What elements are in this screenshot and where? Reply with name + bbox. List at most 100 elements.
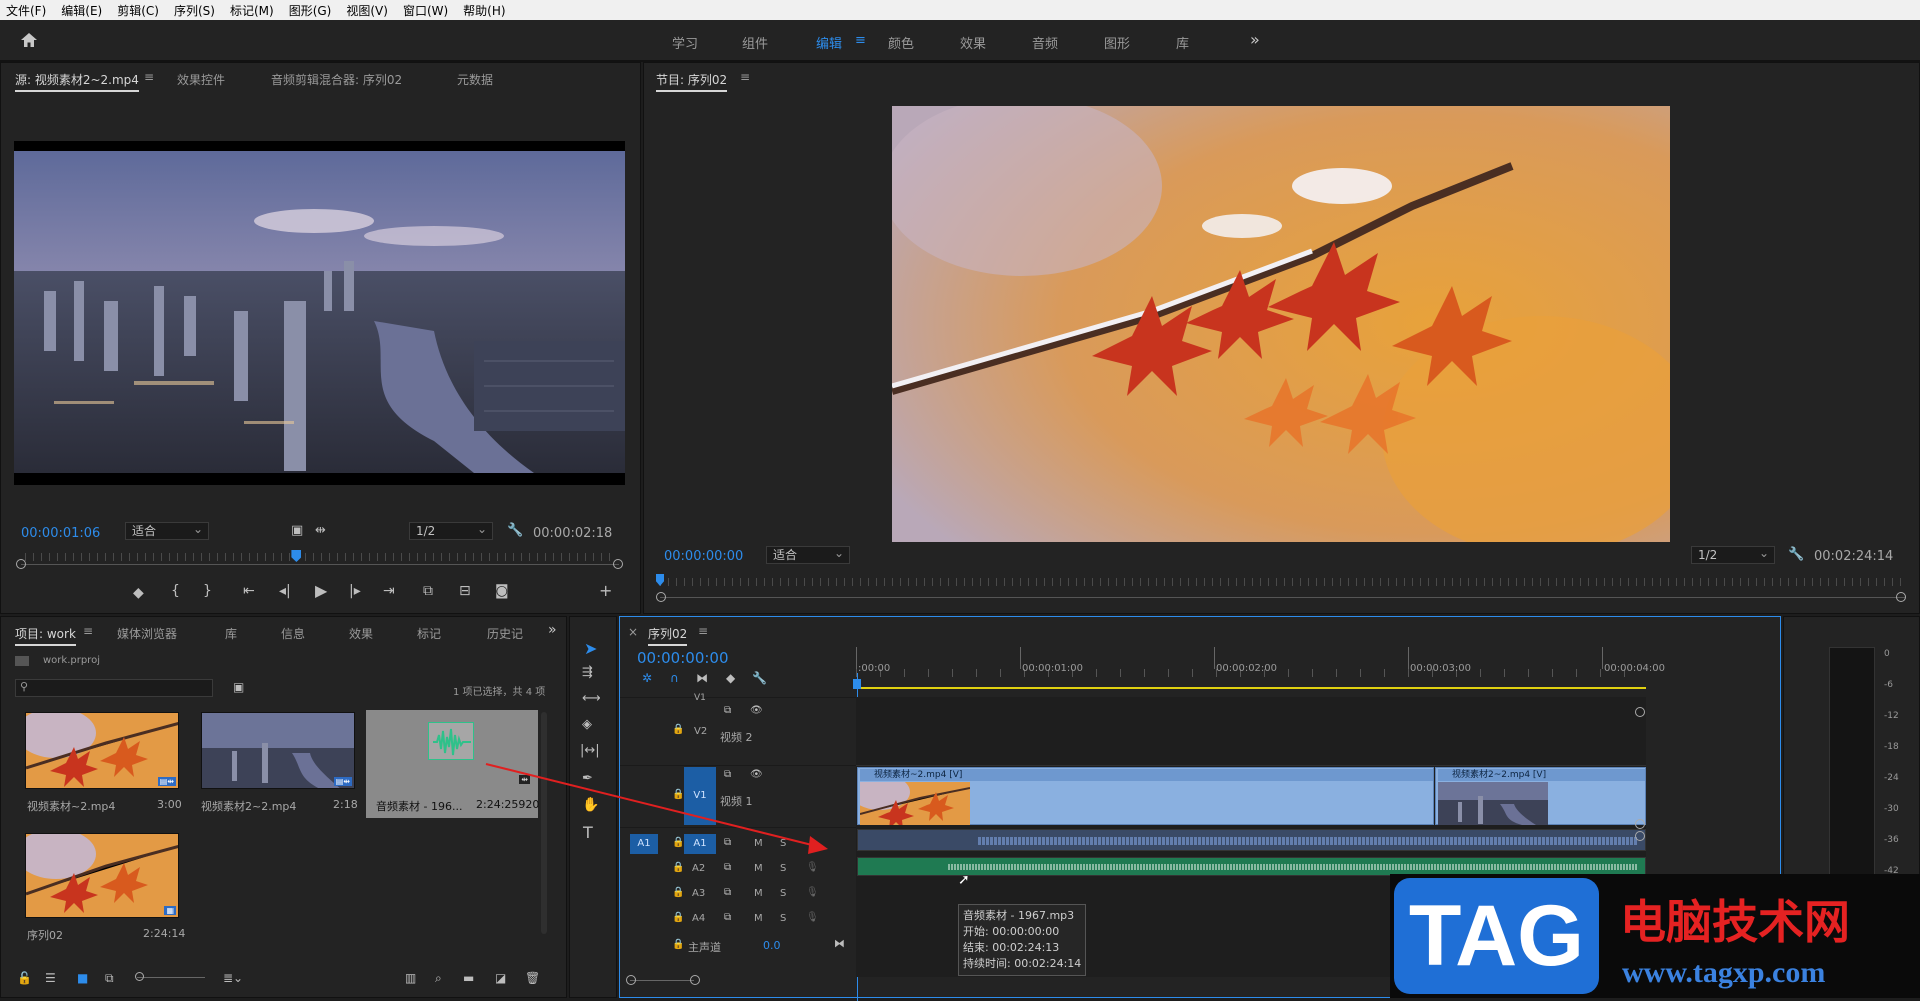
panel-menu-icon[interactable]: ≡ (698, 624, 708, 638)
program-panel-title[interactable]: 节目: 序列02 (656, 71, 728, 92)
button-editor-icon[interactable]: + (599, 581, 612, 600)
panel-menu-icon[interactable]: ≡ (740, 70, 750, 84)
source-panel-tab[interactable]: 元数据 (457, 71, 493, 88)
project-item-thumbnail[interactable]: ▤⇹ (25, 712, 179, 789)
project-panel-tab[interactable]: 媒体浏览器 (117, 625, 177, 642)
sync-lock-icon[interactable]: ⧉ (724, 887, 731, 898)
program-timecode-current[interactable]: 00:00:00:00 (664, 549, 743, 564)
workspace-tab[interactable]: 图形 (1104, 33, 1130, 52)
project-panel-tab[interactable]: 标记 (417, 625, 441, 642)
mark-out-icon[interactable]: } (203, 583, 212, 599)
menu-item[interactable]: 序列(S) (174, 2, 215, 19)
timeline-settings-icon[interactable]: 🔧 (752, 671, 767, 685)
linked-selection-icon[interactable]: ⧓ (696, 671, 708, 685)
timeline-playhead-handle[interactable] (853, 679, 861, 689)
snap-magnet-icon[interactable]: ∩ (670, 671, 679, 685)
freeform-view-icon[interactable]: ⧉ (105, 971, 114, 986)
icon-view-icon[interactable]: ■ (77, 971, 88, 985)
mark-in-icon[interactable]: { (171, 583, 180, 599)
lock-icon[interactable]: 🔒 (672, 724, 684, 735)
go-to-out-icon[interactable]: ⇥ (383, 583, 395, 599)
sync-lock-icon[interactable]: ⧉ (724, 912, 731, 923)
track-scroll-handle[interactable] (1635, 831, 1645, 841)
master-volume-value[interactable]: 0.0 (763, 939, 781, 952)
program-zoom-bar[interactable] (660, 597, 1905, 598)
audio-track-label[interactable]: A2 (692, 863, 705, 874)
timeline-zoom-bar[interactable] (630, 980, 694, 981)
menu-item[interactable]: 帮助(H) (463, 2, 505, 19)
workspace-tab[interactable]: 音频 (1032, 33, 1058, 52)
play-icon[interactable]: ▶ (315, 581, 327, 600)
lock-icon[interactable]: 🔒 (672, 939, 684, 950)
wrench-icon[interactable]: 🔧 (507, 523, 523, 538)
source-panel-tab[interactable]: 音频剪辑混合器: 序列02 (271, 71, 402, 88)
eye-icon[interactable]: 👁 (750, 705, 763, 716)
program-resolution-dropdown[interactable]: 1/2 (1691, 545, 1775, 564)
menu-item[interactable]: 图形(G) (289, 2, 332, 19)
work-area-bar[interactable] (856, 687, 1646, 689)
more-workspaces-icon[interactable]: » (1250, 30, 1260, 49)
add-marker-icon[interactable]: ◆ (133, 585, 144, 601)
menu-item[interactable]: 文件(F) (6, 2, 46, 19)
menu-item[interactable]: 剪辑(C) (117, 2, 159, 19)
sync-lock-icon[interactable]: ⧉ (724, 705, 731, 716)
source-time-ruler[interactable] (25, 553, 615, 561)
panel-menu-icon[interactable]: ≡ (83, 624, 93, 638)
source-panel-tab[interactable]: 效果控件 (177, 71, 225, 88)
nest-icon[interactable]: ✲ (642, 671, 652, 685)
zoom-slider-handle[interactable] (135, 972, 144, 981)
go-to-in-icon[interactable]: ⇤ (243, 583, 255, 599)
menu-item[interactable]: 标记(M) (230, 2, 274, 19)
step-forward-icon[interactable]: |▸ (349, 583, 361, 599)
overwrite-icon[interactable]: ⊟ (459, 583, 471, 599)
insert-overwrite-icon[interactable]: ▣ (291, 523, 303, 538)
ripple-edit-tool-icon[interactable]: ⟷ (582, 691, 601, 706)
new-item-icon[interactable]: ◪ (495, 971, 506, 985)
home-icon[interactable] (20, 32, 38, 48)
workspace-tab[interactable]: 编辑 (816, 33, 842, 52)
zoom-slider[interactable] (137, 977, 205, 978)
menu-item[interactable]: 编辑(E) (61, 2, 102, 19)
solo-button[interactable]: S (780, 863, 786, 874)
track-scroll-handle[interactable] (1635, 819, 1645, 829)
source-panel-tab[interactable]: 源: 视频素材2~2.mp4 (15, 71, 139, 92)
zoom-handle-right[interactable] (613, 559, 623, 569)
lock-icon[interactable]: 🔒 (672, 912, 684, 923)
track-scroll-handle[interactable] (1635, 707, 1645, 717)
mute-button[interactable]: M (754, 863, 763, 874)
project-panel-tab[interactable]: 库 (225, 625, 237, 642)
new-bin-icon[interactable]: ▬ (463, 971, 474, 985)
program-time-ruler[interactable] (660, 578, 1905, 586)
workspace-tab[interactable]: 组件 (742, 33, 768, 52)
timeline-clip-audio-a1[interactable] (857, 829, 1646, 851)
timeline-clip-video[interactable]: 视频素材2~2.mp4 [V] (1435, 767, 1646, 825)
zoom-handle-left[interactable] (656, 592, 666, 602)
timeline-clip-video[interactable]: 视频素材~2.mp4 [V] (857, 767, 1434, 825)
sort-icon[interactable]: ≣⌄ (223, 971, 243, 985)
list-view-icon[interactable]: ☰ (45, 971, 56, 985)
source-timecode-current[interactable]: 00:00:01:06 (21, 526, 100, 541)
mic-icon[interactable]: 🎙 (806, 887, 819, 898)
project-panel-tab[interactable]: 效果 (349, 625, 373, 642)
zoom-handle-left[interactable] (16, 559, 26, 569)
more-tabs-icon[interactable]: » (548, 622, 557, 638)
workspace-tab[interactable]: 颜色 (888, 33, 914, 52)
zoom-handle-right[interactable] (1896, 592, 1906, 602)
track-select-tool-icon[interactable]: ⇶ (582, 665, 593, 680)
wrench-icon[interactable]: 🔧 (1788, 547, 1804, 562)
go-to-end-icon[interactable]: ⧓ (834, 937, 845, 950)
project-panel-tab[interactable]: 信息 (281, 625, 305, 642)
v2-label[interactable]: V2 (694, 726, 707, 737)
solo-button[interactable]: S (780, 913, 786, 924)
sequence-tab[interactable]: 序列02 (648, 625, 688, 646)
program-fit-dropdown[interactable]: 适合 (766, 545, 850, 564)
solo-button[interactable]: S (780, 888, 786, 899)
workspace-tab[interactable]: 效果 (960, 33, 986, 52)
menu-item[interactable]: 视图(V) (346, 2, 388, 19)
mute-button[interactable]: M (754, 913, 763, 924)
step-back-icon[interactable]: ◂| (279, 583, 291, 599)
close-tab-icon[interactable]: × (628, 625, 638, 639)
source-resolution-dropdown[interactable]: 1/2 (409, 521, 493, 540)
trash-icon[interactable]: 🗑 (525, 971, 540, 985)
sync-lock-icon[interactable]: ⧉ (724, 862, 731, 873)
